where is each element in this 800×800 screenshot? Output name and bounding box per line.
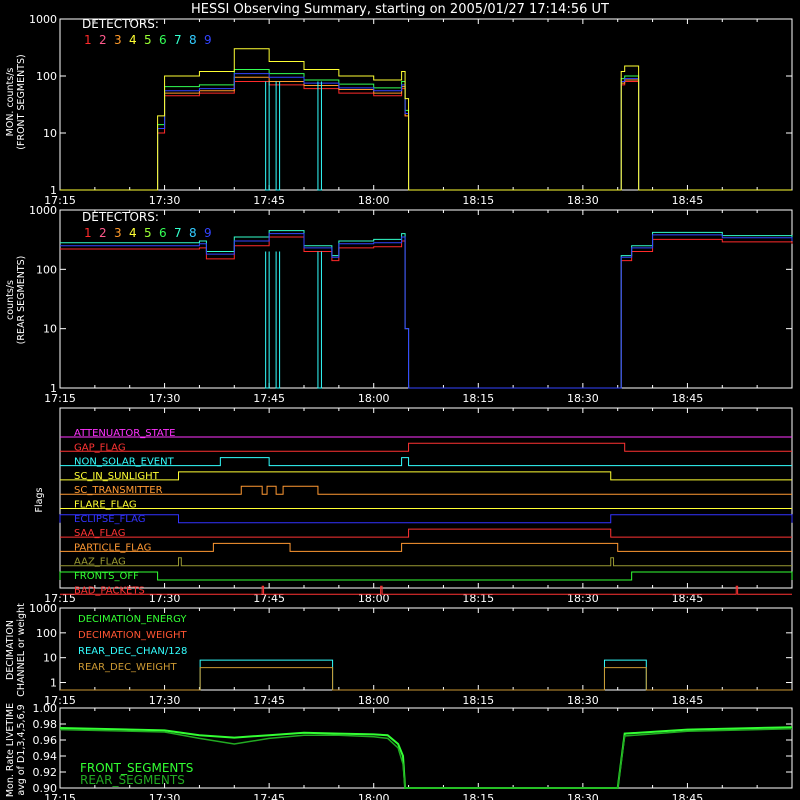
rear-ytick-label: 100 xyxy=(36,263,57,276)
front-detector-legend: 123456789 xyxy=(84,33,212,47)
front-detector-6: 6 xyxy=(159,33,167,47)
decimation-ytick-label: 1000 xyxy=(29,602,57,615)
livetime-ytick-label: 0.94 xyxy=(33,750,58,763)
livetime-ylabel-line2: avg of D1,3,4,5,6,9 xyxy=(16,704,27,795)
rear-detector-2: 2 xyxy=(99,226,107,240)
flag-label-10: FRONTS_OFF xyxy=(74,571,139,582)
front-ytick-label: 100 xyxy=(36,70,57,83)
livetime-xtick-label: 18:15 xyxy=(462,792,494,800)
front-detector-9: 9 xyxy=(204,33,212,47)
rear-detector-3: 3 xyxy=(114,226,122,240)
rear-ylabel-line2: (REAR SEGMENTS) xyxy=(16,256,27,345)
figure-title: HESSI Observing Summary, starting on 200… xyxy=(191,2,609,17)
livetime-legend-1: REAR_SEGMENTS xyxy=(80,773,185,787)
front-xtick-label: 17:30 xyxy=(149,194,181,207)
livetime-xtick-label: 18:30 xyxy=(567,792,599,800)
decimation-legend-1: DECIMATION_WEIGHT xyxy=(78,630,187,641)
decimation-ytick-label: 1 xyxy=(50,677,57,690)
decimation-xtick-label: 17:30 xyxy=(149,694,181,707)
decimation-legend-2: REAR_DEC_CHAN/128 xyxy=(78,646,187,657)
front-detector-2: 2 xyxy=(99,33,107,47)
rear-detector-legend: 123456789 xyxy=(84,226,212,240)
rear-detector-9: 9 xyxy=(204,226,212,240)
rear-ytick-label: 1000 xyxy=(29,204,57,217)
front-ytick-label: 1000 xyxy=(29,13,57,26)
decimation-xtick-label: 17:45 xyxy=(253,694,285,707)
livetime-ytick-label: 0.96 xyxy=(33,734,58,747)
rear-detector-5: 5 xyxy=(144,226,152,240)
rear-detector-7: 7 xyxy=(174,226,182,240)
livetime-xtick-label: 18:45 xyxy=(672,792,704,800)
front-ylabel-line2: (FRONT SEGMENTS) xyxy=(16,54,27,149)
rear-xtick-label: 18:15 xyxy=(462,392,494,405)
livetime-ytick-label: 1.00 xyxy=(33,702,58,715)
front-xtick-label: 18:45 xyxy=(672,194,704,207)
rear-detector-6: 6 xyxy=(159,226,167,240)
front-detector-7: 7 xyxy=(174,33,182,47)
rear-ytick-label: 1 xyxy=(50,382,57,395)
rear-detector-8: 8 xyxy=(189,226,197,240)
decimation-ytick-label: 10 xyxy=(43,652,57,665)
front-detector-5: 5 xyxy=(144,33,152,47)
decimation-ylabel-line1: DECIMATION xyxy=(5,620,16,680)
rear-ylabel-line1: counts/s xyxy=(5,280,16,320)
decimation-ylabel-line2: CHANNEL or weight xyxy=(16,603,27,697)
decimation-legend-0: DECIMATION_ENERGY xyxy=(78,614,187,625)
livetime-ytick-label: 0.92 xyxy=(33,766,58,779)
front-xtick-label: 17:45 xyxy=(253,194,285,207)
livetime-xtick-label: 18:00 xyxy=(358,792,390,800)
decimation-xtick-label: 18:30 xyxy=(567,694,599,707)
front-xtick-label: 18:30 xyxy=(567,194,599,207)
front-detector-1: 1 xyxy=(84,33,92,47)
rear-xtick-label: 18:00 xyxy=(358,392,390,405)
rear-detector-4: 4 xyxy=(129,226,137,240)
front-ylabel-line1: MON. counts/s xyxy=(5,68,16,137)
flag-label-6: ECLIPSE_FLAG xyxy=(74,514,145,525)
front-xtick-label: 18:15 xyxy=(462,194,494,207)
rear-xtick-label: 18:30 xyxy=(567,392,599,405)
livetime-xtick-label: 17:30 xyxy=(149,792,181,800)
livetime-ylabel-line1: Mon. Rate LIVETIME xyxy=(5,703,16,797)
livetime-ytick-label: 0.90 xyxy=(33,782,58,795)
front-detector-4: 4 xyxy=(129,33,137,47)
rear-xtick-label: 17:15 xyxy=(44,392,76,405)
front-detector-8: 8 xyxy=(189,33,197,47)
rear-xtick-label: 17:30 xyxy=(149,392,181,405)
rear-legend-title: DETECTORS: xyxy=(82,210,159,224)
decimation-xtick-label: 18:00 xyxy=(358,694,390,707)
livetime-ytick-label: 0.98 xyxy=(33,718,58,731)
decimation-xtick-label: 18:45 xyxy=(672,694,704,707)
front-ytick-label: 10 xyxy=(43,127,57,140)
flags-ylabel: Flags xyxy=(34,487,45,512)
decimation-xtick-label: 18:15 xyxy=(462,694,494,707)
observing-summary-figure: HESSI Observing Summary, starting on 200… xyxy=(0,0,800,800)
rear-xtick-label: 17:45 xyxy=(253,392,285,405)
rear-ytick-label: 10 xyxy=(43,323,57,336)
front-detector-3: 3 xyxy=(114,33,122,47)
front-xtick-label: 18:00 xyxy=(358,194,390,207)
rear-detector-1: 1 xyxy=(84,226,92,240)
decimation-ytick-label: 100 xyxy=(36,627,57,640)
rear-xtick-label: 18:45 xyxy=(672,392,704,405)
front-ytick-label: 1 xyxy=(50,184,57,197)
livetime-xtick-label: 17:45 xyxy=(253,792,285,800)
decimation-legend-3: REAR_DEC_WEIGHT xyxy=(78,662,177,673)
